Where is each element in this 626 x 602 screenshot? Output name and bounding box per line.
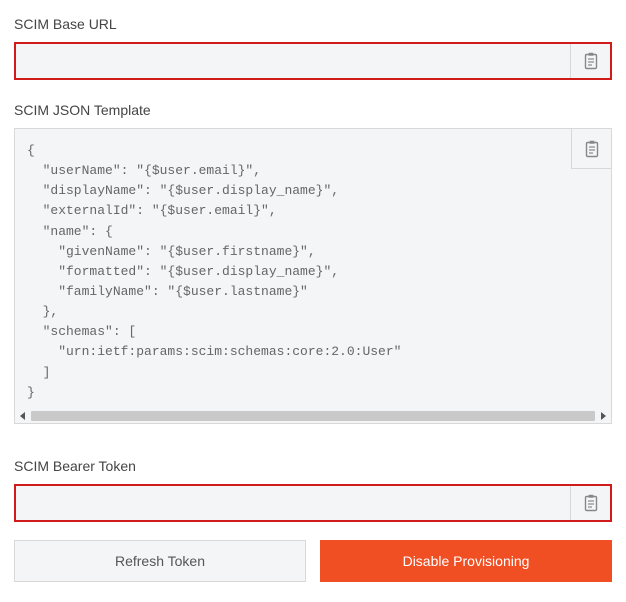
scim-base-url-value <box>16 44 570 78</box>
clipboard-icon <box>584 140 600 158</box>
scim-json-template-content: { "userName": "{$user.email}", "displayN… <box>27 141 599 403</box>
scim-base-url-field <box>14 42 612 80</box>
scim-json-template-label: SCIM JSON Template <box>14 102 612 118</box>
scim-base-url-label: SCIM Base URL <box>14 16 612 32</box>
copy-scim-base-url-button[interactable] <box>570 44 610 78</box>
scroll-left-arrow-icon[interactable] <box>17 410 29 422</box>
scim-bearer-token-label: SCIM Bearer Token <box>14 458 612 474</box>
scroll-right-arrow-icon[interactable] <box>597 410 609 422</box>
scim-json-template-box: { "userName": "{$user.email}", "displayN… <box>14 128 612 424</box>
scim-provisioning-panel: SCIM Base URL SCIM JSON Template { "user… <box>0 0 626 602</box>
horizontal-scrollbar[interactable] <box>15 409 611 423</box>
scrollbar-track[interactable] <box>31 411 595 421</box>
copy-scim-bearer-token-button[interactable] <box>570 486 610 520</box>
scim-bearer-token-field <box>14 484 612 522</box>
scim-bearer-token-value <box>16 486 570 520</box>
action-button-row: Refresh Token Disable Provisioning <box>14 540 612 582</box>
clipboard-icon <box>583 494 599 512</box>
refresh-token-button[interactable]: Refresh Token <box>14 540 306 582</box>
copy-scim-json-template-button[interactable] <box>571 129 611 169</box>
clipboard-icon <box>583 52 599 70</box>
disable-provisioning-button[interactable]: Disable Provisioning <box>320 540 612 582</box>
